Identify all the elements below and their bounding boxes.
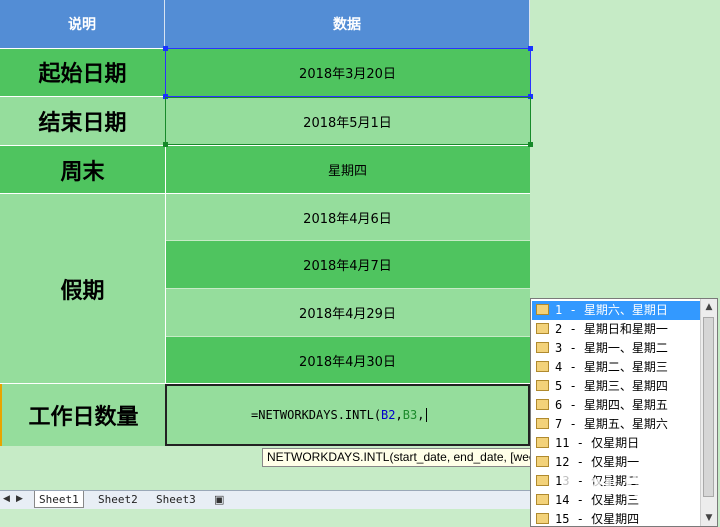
formula-ref-b3: B3 [402,408,418,422]
list-item[interactable]: 4 - 星期二、星期三 [532,358,700,377]
weekend-value-cell[interactable]: 星期四 [165,146,530,193]
reference-handle[interactable] [528,142,533,147]
list-item[interactable]: 15 - 仅星期四 [532,510,700,526]
list-item[interactable]: 7 - 星期五、星期六 [532,415,700,434]
reference-handle[interactable] [528,46,533,51]
formula-separator: , [395,408,403,422]
option-icon [536,513,549,524]
reference-b3-highlight [165,97,531,145]
sheet-tab-bar: ◀ ▶ Sheet1 Sheet2 Sheet3 ▣ [0,490,530,509]
option-icon [536,380,549,391]
option-icon [536,323,549,334]
scroll-down-icon[interactable]: ▼ [701,510,717,526]
option-icon [536,399,549,410]
holiday-label-cell[interactable]: 假期 [0,194,165,383]
row-divider [0,145,530,146]
option-icon [536,437,549,448]
holiday-value-cell[interactable]: 2018年4月30日 [165,337,530,383]
insert-sheet-icon[interactable]: ▣ [214,493,224,506]
scroll-up-icon[interactable]: ▲ [701,299,717,315]
start-date-label-cell[interactable]: 起始日期 [0,48,165,96]
option-icon [536,304,549,315]
header-col-data[interactable]: 数据 [165,0,530,48]
header-col-description[interactable]: 说明 [0,0,165,48]
list-item[interactable]: 3 - 星期一、星期二 [532,339,700,358]
option-icon [536,456,549,467]
reference-b2-highlight [165,48,531,97]
tab-sheet3[interactable]: Sheet3 [152,491,200,508]
holiday-value-cell[interactable]: 2018年4月7日 [165,241,530,288]
text-caret [426,408,428,422]
formula-separator: , [417,408,425,422]
formula-ref-b2: B2 [381,408,396,422]
reference-handle[interactable] [163,46,168,51]
list-item[interactable]: 1 - 星期六、星期日 [532,301,700,320]
list-item[interactable]: 5 - 星期三、星期四 [532,377,700,396]
formula-edit-cell[interactable]: =NETWORKDAYS.INTL(B2, B3, [165,384,530,446]
list-item[interactable]: 6 - 星期四、星期五 [532,396,700,415]
option-icon [536,418,549,429]
watermark-logo: Bai 经验 [560,468,684,503]
list-scrollbar[interactable]: ▲ ▼ [700,299,717,526]
option-icon [536,361,549,372]
workdays-label-cell[interactable]: 工作日数量 [0,384,165,446]
end-date-label-cell[interactable]: 结束日期 [0,97,165,145]
weekend-label-cell[interactable]: 周末 [0,146,165,193]
option-icon [536,475,549,486]
holiday-value-cell[interactable]: 2018年4月29日 [165,289,530,336]
next-sheet-icon[interactable]: ▶ [16,494,23,504]
option-icon [536,342,549,353]
scroll-thumb[interactable] [703,317,714,497]
formula-prefix: =NETWORKDAYS.INTL( [251,408,382,422]
option-icon [536,494,549,505]
list-item[interactable]: 2 - 星期日和星期一 [532,320,700,339]
tab-sheet2[interactable]: Sheet2 [94,491,142,508]
holiday-value-cell[interactable]: 2018年4月6日 [165,194,530,240]
function-signature-tooltip[interactable]: NETWORKDAYS.INTL(start_date, end_date, [… [262,448,537,467]
row-divider [0,193,530,194]
reference-handle[interactable] [163,142,168,147]
list-item[interactable]: 11 - 仅星期日 [532,434,700,453]
first-sheet-icon[interactable]: ◀ [3,494,10,504]
tab-sheet1[interactable]: Sheet1 [34,491,84,508]
